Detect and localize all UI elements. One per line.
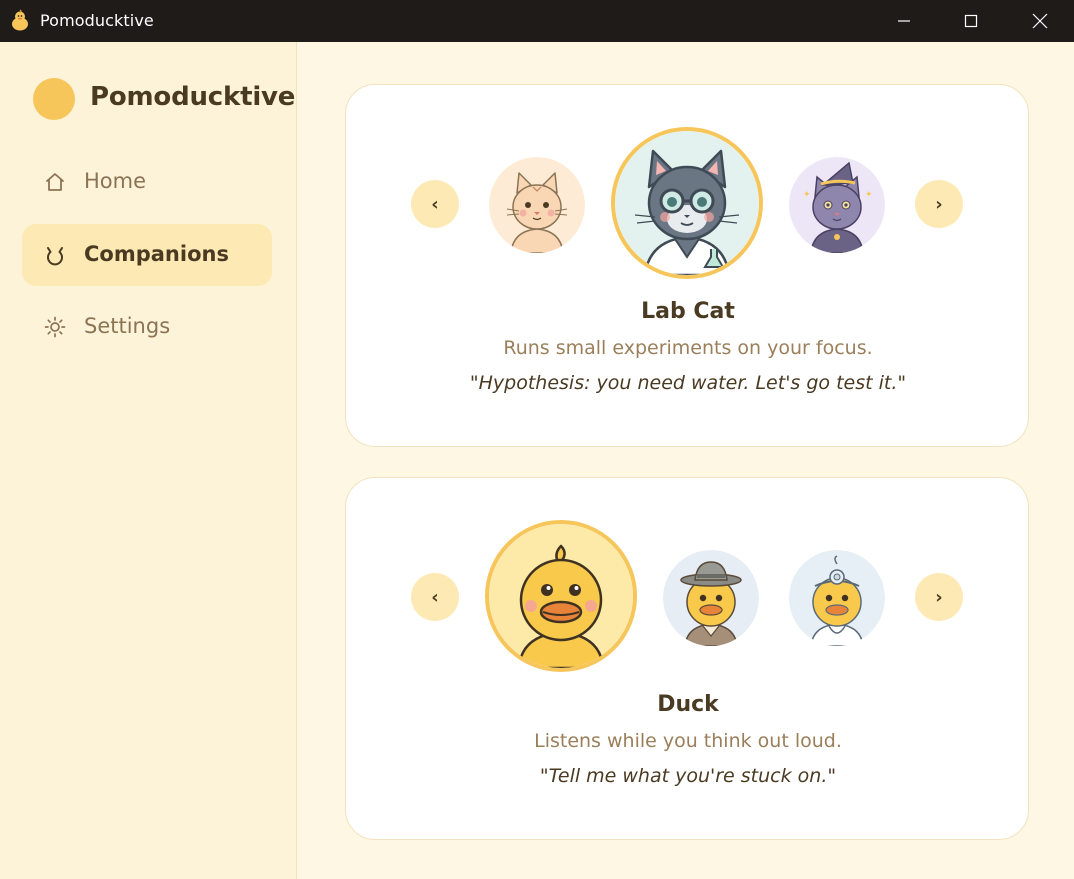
sidebar-item-settings[interactable]: Settings bbox=[22, 296, 272, 358]
companion-carousel-ducks: ‹ › Duck Listens while you think out lou… bbox=[345, 477, 1029, 840]
avatar-peach-cat[interactable] bbox=[489, 157, 585, 253]
avatar-lab-cat[interactable] bbox=[611, 127, 763, 279]
companion-name: Duck bbox=[657, 692, 719, 717]
minimize-icon bbox=[898, 20, 910, 22]
duck-icon bbox=[10, 9, 30, 31]
svg-text:✦: ✦ bbox=[803, 190, 811, 200]
sidebar: Pomoducktive Home Companions Settings bbox=[0, 42, 297, 879]
sidebar-item-label: Home bbox=[84, 169, 147, 193]
gear-icon bbox=[44, 316, 66, 338]
window-title: Pomoducktive bbox=[40, 11, 154, 30]
companion-description: Runs small experiments on your focus. bbox=[503, 337, 873, 359]
sidebar-item-home[interactable]: Home bbox=[22, 151, 272, 213]
avatar-duck[interactable] bbox=[485, 520, 637, 672]
carousel-prev-button[interactable]: ‹ bbox=[411, 573, 459, 621]
minimize-button[interactable] bbox=[870, 0, 938, 42]
maximize-button[interactable] bbox=[937, 0, 1005, 42]
title-bar: Pomoducktive bbox=[0, 0, 1074, 42]
avatar-detective-duck[interactable] bbox=[663, 550, 759, 646]
carousel-prev-button[interactable]: ‹ bbox=[411, 180, 459, 228]
brand-name: Pomoducktive bbox=[90, 82, 296, 112]
companion-description: Listens while you think out loud. bbox=[534, 730, 842, 752]
brand-logo bbox=[33, 78, 75, 120]
companion-quote: "Tell me what you're stuck on." bbox=[539, 765, 837, 787]
sidebar-item-label: Companions bbox=[84, 242, 229, 266]
companion-carousel-cats: ‹ ✦ ✦ › Lab Cat Runs small experiments o… bbox=[345, 84, 1029, 447]
companion-name: Lab Cat bbox=[641, 299, 735, 324]
avatar-doctor-duck[interactable] bbox=[789, 550, 885, 646]
sidebar-item-companions[interactable]: Companions bbox=[22, 224, 272, 286]
close-button[interactable] bbox=[1006, 0, 1074, 42]
avatar-witch-cat[interactable]: ✦ ✦ bbox=[789, 157, 885, 253]
home-icon bbox=[44, 171, 66, 193]
cat-face-icon bbox=[44, 244, 66, 266]
sidebar-item-label: Settings bbox=[84, 314, 171, 338]
svg-text:✦: ✦ bbox=[865, 190, 873, 200]
carousel-next-button[interactable]: › bbox=[915, 573, 963, 621]
close-icon bbox=[1032, 13, 1048, 29]
maximize-icon bbox=[964, 14, 978, 28]
carousel-next-button[interactable]: › bbox=[915, 180, 963, 228]
companion-quote: "Hypothesis: you need water. Let's go te… bbox=[469, 372, 907, 394]
